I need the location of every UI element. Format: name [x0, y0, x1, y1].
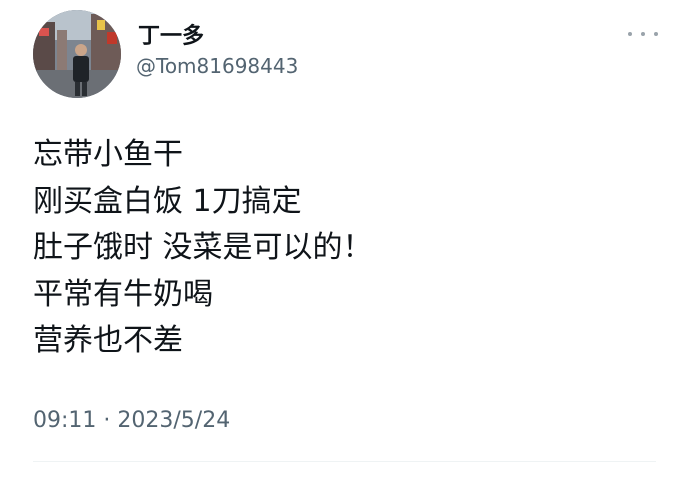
- tweet-text-line: 刚买盒白饭 1刀搞定: [33, 183, 302, 219]
- more-horizontal-icon[interactable]: [628, 26, 658, 42]
- tweet-text-line: 营养也不差: [33, 323, 183, 358]
- avatar[interactable]: [33, 10, 121, 98]
- menu-dot: [654, 32, 658, 36]
- menu-dot: [641, 32, 645, 36]
- menu-dot: [628, 32, 632, 36]
- tweet-date: 2023/5/24: [117, 408, 231, 433]
- tweet-card: 丁一多 @Tom81698443 忘带小鱼干 刚买盒白饭 1刀搞定 肚子饿时 没…: [0, 0, 690, 479]
- meta-separator: ·: [103, 408, 111, 433]
- user-handle[interactable]: @Tom81698443: [136, 54, 298, 78]
- tweet-text-line: 平常有牛奶喝: [33, 276, 213, 312]
- divider: [33, 461, 656, 462]
- tweet-text-line: 忘带小鱼干: [33, 137, 183, 172]
- avatar-photo-icon: [33, 10, 121, 98]
- tweet-text: 忘带小鱼干 刚买盒白饭 1刀搞定 肚子饿时 没菜是可以的！ 平常有牛奶喝 营养也…: [33, 132, 653, 365]
- tweet-timestamp[interactable]: 09:11 · 2023/5/24: [33, 408, 230, 433]
- tweet-time: 09:11: [33, 408, 97, 433]
- display-name[interactable]: 丁一多: [138, 18, 204, 50]
- tweet-text-line: 肚子饿时 没菜是可以的！: [33, 230, 373, 265]
